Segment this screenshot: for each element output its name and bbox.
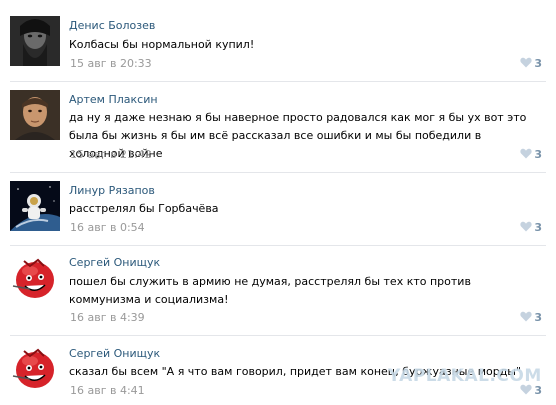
like-count: 3 (534, 148, 542, 161)
author-name[interactable]: Артем Плаксин (69, 93, 158, 106)
comment-timestamp[interactable]: 15 авг в 20:33 (70, 57, 152, 70)
heart-icon (520, 311, 532, 322)
comment-text: расстрелял бы Горбачёва (69, 202, 219, 215)
author-name[interactable]: Сергей Онищук (69, 347, 160, 360)
like-count: 3 (534, 311, 542, 324)
heart-icon (520, 148, 532, 159)
divider (10, 81, 546, 82)
divider (10, 335, 546, 336)
comment-timestamp[interactable]: 16 авг в 4:39 (70, 311, 145, 324)
author-name[interactable]: Денис Болозев (69, 19, 155, 32)
avatar[interactable] (10, 90, 60, 140)
comment-text: пошел бы служить в армию не думая, расст… (69, 275, 471, 306)
avatar[interactable] (10, 181, 60, 231)
comment-timestamp[interactable]: 16 авг в 0:54 (70, 221, 145, 234)
avatar[interactable] (10, 16, 60, 66)
like-button[interactable]: 3 (520, 221, 542, 234)
comment-timestamp[interactable]: 16 авг в 4:41 (70, 384, 145, 397)
avatar[interactable] (10, 343, 60, 393)
divider (10, 172, 546, 173)
like-count: 3 (534, 57, 542, 70)
like-button[interactable]: 3 (520, 148, 542, 161)
watermark: YAPLAKAL.COM (388, 366, 542, 386)
author-name[interactable]: Сергей Онищук (69, 256, 160, 269)
avatar[interactable] (10, 253, 60, 303)
like-count: 3 (534, 221, 542, 234)
author-name[interactable]: Линур Рязапов (69, 184, 155, 197)
divider (10, 245, 546, 246)
comment-timestamp[interactable]: 15 авг в 21:42 (70, 148, 152, 161)
heart-icon (520, 221, 532, 232)
comment-text: Колбасы бы нормальной купил! (69, 38, 255, 51)
like-button[interactable]: 3 (520, 311, 542, 324)
heart-icon (520, 57, 532, 68)
like-button[interactable]: 3 (520, 57, 542, 70)
